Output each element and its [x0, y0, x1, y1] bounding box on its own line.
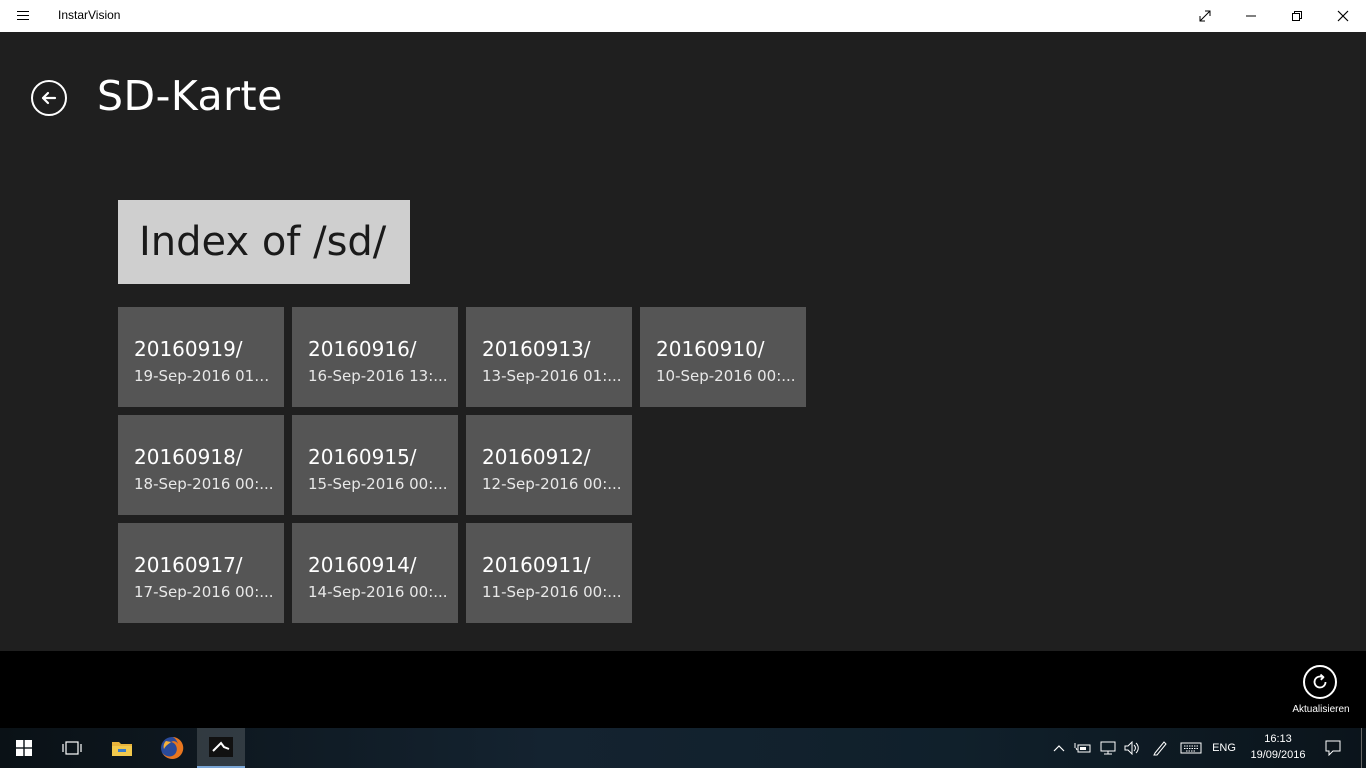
restore-icon[interactable] [1274, 0, 1320, 32]
keyboard-icon[interactable] [1178, 728, 1204, 768]
folder-name: 20160918/ [134, 445, 243, 469]
show-desktop-button[interactable] [1361, 728, 1366, 768]
minimize-icon[interactable] [1228, 0, 1274, 32]
folder-tile[interactable]: 20160913/ 13-Sep-2016 01:... [466, 307, 632, 407]
pen-icon[interactable] [1149, 728, 1171, 768]
close-icon[interactable] [1320, 0, 1366, 32]
clock-time: 16:13 [1264, 733, 1292, 745]
folder-date: 17-Sep-2016 00:... [134, 583, 274, 601]
task-view-icon[interactable] [48, 728, 96, 768]
refresh-button[interactable]: Aktualisieren [1276, 651, 1366, 728]
folder-tile[interactable]: 20160910/ 10-Sep-2016 00:... [640, 307, 806, 407]
chevron-up-icon[interactable] [1050, 728, 1068, 768]
folder-name: 20160917/ [134, 553, 243, 577]
folder-name: 20160911/ [482, 553, 591, 577]
arrow-left-icon [41, 91, 57, 105]
folder-name: 20160912/ [482, 445, 591, 469]
folder-tile[interactable]: 20160917/ 17-Sep-2016 00:... [118, 523, 284, 623]
hamburger-menu-icon[interactable] [12, 8, 34, 24]
action-center-icon[interactable] [1318, 728, 1348, 768]
folder-date: 10-Sep-2016 00:... [656, 367, 796, 385]
folder-tile[interactable]: 20160915/ 15-Sep-2016 00:... [292, 415, 458, 515]
network-icon[interactable] [1097, 728, 1119, 768]
battery-icon[interactable] [1072, 728, 1094, 768]
folder-date: 15-Sep-2016 00:... [308, 475, 448, 493]
clock[interactable]: 16:13 19/09/2016 [1240, 731, 1316, 763]
app-bar: Aktualisieren [0, 651, 1366, 728]
title-bar: InstarVision [0, 0, 1366, 32]
refresh-label: Aktualisieren [1292, 704, 1350, 715]
folder-date: 18-Sep-2016 00:... [134, 475, 274, 493]
language-indicator[interactable]: ENG [1208, 728, 1240, 768]
folder-name: 20160913/ [482, 337, 591, 361]
folder-tile[interactable]: 20160916/ 16-Sep-2016 13:... [292, 307, 458, 407]
taskbar: ENG 16:13 19/09/2016 [0, 728, 1366, 768]
app-title: InstarVision [58, 8, 121, 22]
refresh-icon [1303, 665, 1337, 699]
folder-tile[interactable]: 20160919/ 19-Sep-2016 01:13 [118, 307, 284, 407]
instarvision-taskbar-icon[interactable] [197, 728, 245, 768]
file-explorer-icon[interactable] [98, 728, 146, 768]
folder-date: 19-Sep-2016 01:13 [134, 367, 274, 385]
folder-tile[interactable]: 20160912/ 12-Sep-2016 00:... [466, 415, 632, 515]
start-windows-icon[interactable] [0, 728, 48, 768]
clock-date: 19/09/2016 [1250, 749, 1306, 761]
folder-date: 12-Sep-2016 00:... [482, 475, 622, 493]
page-title: SD-Karte [97, 72, 283, 120]
back-button[interactable] [31, 80, 67, 116]
folder-tile[interactable]: 20160918/ 18-Sep-2016 00:... [118, 415, 284, 515]
firefox-icon[interactable] [148, 728, 196, 768]
folder-date: 16-Sep-2016 13:... [308, 367, 448, 385]
folder-date: 14-Sep-2016 00:... [308, 583, 448, 601]
folder-tile[interactable]: 20160911/ 11-Sep-2016 00:... [466, 523, 632, 623]
index-header: Index of /sd/ [118, 200, 410, 284]
folder-tile[interactable]: 20160914/ 14-Sep-2016 00:... [292, 523, 458, 623]
folder-name: 20160915/ [308, 445, 417, 469]
folder-date: 11-Sep-2016 00:... [482, 583, 622, 601]
folder-name: 20160916/ [308, 337, 417, 361]
fullscreen-icon[interactable] [1182, 0, 1228, 32]
folder-name: 20160919/ [134, 337, 243, 361]
folder-name: 20160914/ [308, 553, 417, 577]
folder-name: 20160910/ [656, 337, 765, 361]
volume-icon[interactable] [1121, 728, 1143, 768]
folder-date: 13-Sep-2016 01:... [482, 367, 622, 385]
